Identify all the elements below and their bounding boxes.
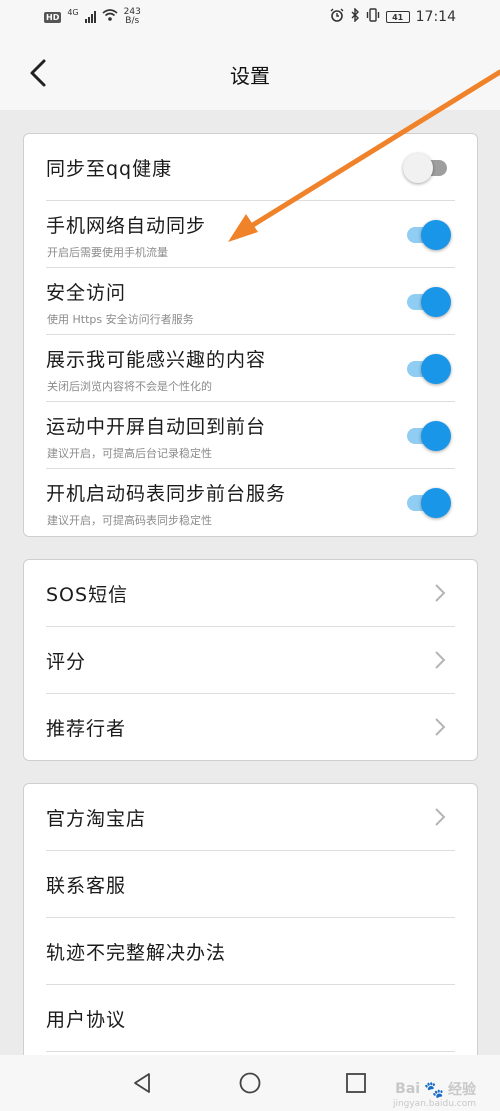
list-item-taobao-store[interactable]: 官方淘宝店 xyxy=(24,784,477,851)
settings-row-secure-access[interactable]: 安全访问 使用 Https 安全访问行者服务 xyxy=(24,268,477,335)
list-item-label: 评分 xyxy=(46,651,87,673)
net-speed-unit: B/s xyxy=(125,16,140,26)
setting-description: 建议开启，可提高码表同步稳定性 xyxy=(47,514,212,527)
net-speed: 243 B/s xyxy=(124,8,141,26)
settings-row-personalized-content[interactable]: 展示我可能感兴趣的内容 关闭后浏览内容将不会是个性化的 xyxy=(24,335,477,402)
list-item-rate[interactable]: 评分 xyxy=(24,627,477,694)
list-item-label: 用户协议 xyxy=(46,1009,127,1031)
chevron-right-icon xyxy=(435,808,446,826)
toggle-switch[interactable] xyxy=(403,151,451,185)
list-item-recommend[interactable]: 推荐行者 xyxy=(24,694,477,761)
paw-icon: 🐾 xyxy=(424,1079,444,1099)
list-item-label: 联系客服 xyxy=(46,875,127,897)
settings-row-qq-health[interactable]: 同步至qq健康 xyxy=(24,134,477,201)
chevron-right-icon xyxy=(435,651,446,669)
watermark-domain: jingyan.baidu.com xyxy=(392,1099,476,1109)
nav-home-icon[interactable] xyxy=(238,1071,262,1095)
setting-label: 开机启动码表同步前台服务 xyxy=(46,483,287,505)
status-bar: HD 4G 243 B/s 41 17:14 xyxy=(0,0,500,36)
list-item-user-agreement[interactable]: 用户协议 xyxy=(24,985,477,1052)
nav-back-icon[interactable] xyxy=(130,1071,154,1095)
bluetooth-icon xyxy=(350,7,360,26)
toggle-switch[interactable] xyxy=(403,218,451,252)
status-right: 41 17:14 xyxy=(330,7,456,26)
toggle-switch[interactable] xyxy=(403,419,451,453)
setting-label: 手机网络自动同步 xyxy=(46,215,207,237)
watermark-brand-cn: 经验 xyxy=(448,1082,476,1098)
hd-badge: HD xyxy=(44,11,62,23)
setting-description: 关闭后浏览内容将不会是个性化的 xyxy=(47,380,212,393)
settings-row-boot-sync[interactable]: 开机启动码表同步前台服务 建议开启，可提高码表同步稳定性 xyxy=(24,469,477,536)
list-item-track-fix[interactable]: 轨迹不完整解决办法 xyxy=(24,918,477,985)
setting-label: 安全访问 xyxy=(46,282,127,304)
setting-label: 展示我可能感兴趣的内容 xyxy=(46,349,267,371)
setting-label: 运动中开屏自动回到前台 xyxy=(46,416,267,438)
setting-label: 同步至qq健康 xyxy=(46,158,173,180)
battery-icon: 41 xyxy=(385,11,410,23)
chevron-right-icon xyxy=(435,718,446,736)
setting-description: 使用 Https 安全访问行者服务 xyxy=(47,313,194,326)
system-nav-bar: Bai 🐾 经验 jingyan.baidu.com xyxy=(0,1055,500,1111)
toggle-switch[interactable] xyxy=(403,285,451,319)
toggle-switch[interactable] xyxy=(403,486,451,520)
links-card-1: SOS短信 评分 推荐行者 xyxy=(23,559,478,761)
list-item-customer-service[interactable]: 联系客服 xyxy=(24,851,477,918)
nav-recents-icon[interactable] xyxy=(344,1071,368,1095)
list-item-label: 官方淘宝店 xyxy=(46,808,147,830)
baidu-jingyan-watermark: Bai 🐾 经验 jingyan.baidu.com xyxy=(393,1079,476,1110)
network-type: 4G xyxy=(67,8,79,17)
vibrate-icon xyxy=(366,8,380,26)
settings-row-mobile-sync[interactable]: 手机网络自动同步 开启后需要使用手机流量 xyxy=(24,201,477,268)
signal-icon xyxy=(84,11,96,23)
list-item-label: SOS短信 xyxy=(46,584,129,606)
toggle-settings-card: 同步至qq健康 手机网络自动同步 开启后需要使用手机流量 安全访问 使用 Htt… xyxy=(23,133,478,537)
page-title: 设置 xyxy=(230,64,270,88)
toggle-switch[interactable] xyxy=(403,352,451,386)
clock-time: 17:14 xyxy=(415,9,456,25)
setting-description: 开启后需要使用手机流量 xyxy=(47,246,168,259)
wifi-icon xyxy=(102,9,118,25)
setting-description: 建议开启，可提高后台记录稳定性 xyxy=(47,447,212,460)
list-item-sos-sms[interactable]: SOS短信 xyxy=(24,560,477,627)
status-left: HD 4G 243 B/s xyxy=(44,8,141,26)
settings-row-foreground-return[interactable]: 运动中开屏自动回到前台 建议开启，可提高后台记录稳定性 xyxy=(24,402,477,469)
watermark-brand: Bai xyxy=(395,1081,421,1097)
alarm-icon xyxy=(330,8,344,26)
row-divider xyxy=(46,1051,455,1052)
list-item-label: 推荐行者 xyxy=(46,718,127,740)
list-item-label: 轨迹不完整解决办法 xyxy=(46,942,227,964)
chevron-right-icon xyxy=(435,584,446,602)
